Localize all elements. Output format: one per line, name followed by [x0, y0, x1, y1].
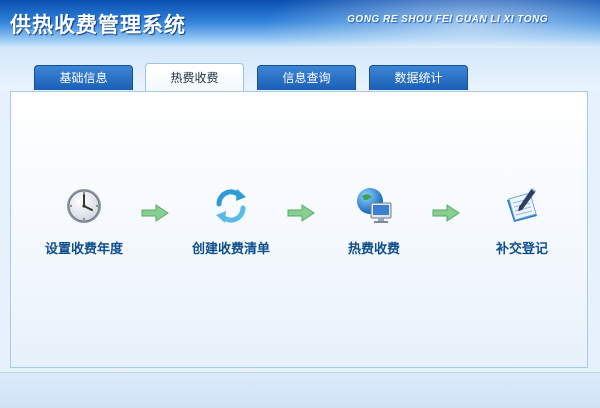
clock-icon [64, 186, 104, 226]
step-label: 热费收费 [347, 242, 400, 257]
app-title: 供热收费管理系统 [10, 13, 186, 37]
step-supplementary-registration[interactable]: 补交登记 [457, 186, 587, 257]
step-create-fee-list[interactable]: 创建收费清单 [166, 186, 296, 257]
tab-basic-info[interactable]: 基础信息 [34, 65, 133, 90]
step-heating-fee-charge[interactable]: 热费收费 [309, 186, 439, 257]
computer-globe-icon [354, 186, 394, 226]
step-set-fee-year[interactable]: 设置收费年度 [19, 186, 149, 257]
arrow-right-icon [141, 204, 169, 222]
notebook-pen-icon [502, 186, 542, 226]
refresh-icon [211, 186, 251, 226]
step-label: 设置收费年度 [44, 242, 123, 257]
tab-info-query[interactable]: 信息查询 [257, 65, 356, 90]
step-label: 补交登记 [495, 242, 548, 257]
step-label: 创建收费清单 [191, 242, 270, 257]
content-panel: 设置收费年度 创建收费清单 热费收费 补交登记 [10, 91, 588, 368]
tab-heating-fee[interactable]: 热费收费 [145, 63, 244, 92]
tab-data-stats[interactable]: 数据统计 [369, 65, 468, 90]
app-subtitle: GONG RE SHOU FEI GUAN LI XI TONG [347, 14, 548, 25]
app-header: 供热收费管理系统 GONG RE SHOU FEI GUAN LI XI TON… [0, 0, 600, 48]
arrow-right-icon [432, 204, 460, 222]
footer-bar [0, 372, 600, 408]
